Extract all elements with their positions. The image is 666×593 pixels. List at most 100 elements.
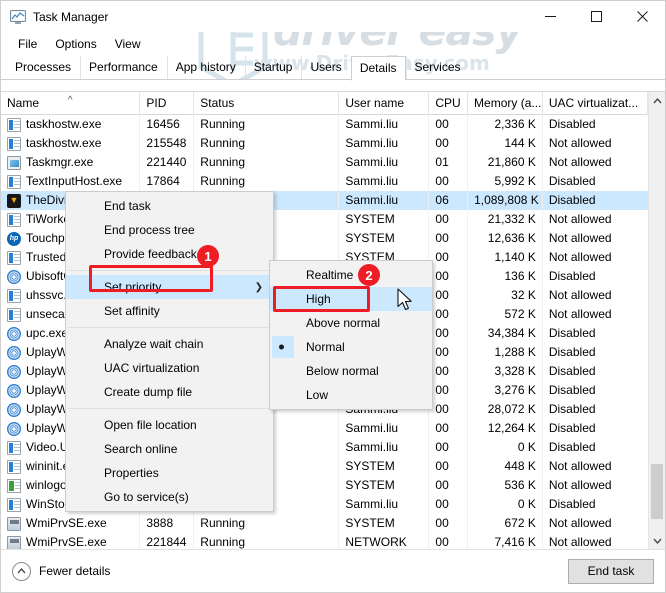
table-row[interactable]: taskhostw.exe 215548 Running Sammi.liu 00 144…	[1, 134, 648, 153]
scrollbar-track[interactable]	[649, 109, 665, 532]
priority-item-label: Low	[306, 388, 329, 402]
minimize-button[interactable]	[527, 1, 573, 32]
priority-item-normal[interactable]: Normal	[270, 335, 432, 359]
menu-item-uac-virtualization[interactable]: UAC virtualization	[66, 356, 273, 380]
menu-item-label: End task	[104, 199, 151, 213]
fewer-details-button[interactable]: Fewer details	[12, 561, 110, 581]
scroll-down-button[interactable]	[649, 532, 665, 549]
winlogon-icon	[7, 478, 21, 493]
cell-cpu: 01	[429, 153, 469, 172]
table-row[interactable]: TextInputHost.exe 17864 Running Sammi.liu 00…	[1, 172, 648, 191]
column-header-uac[interactable]: UAC virtualizat...	[543, 92, 648, 115]
menu-item-analyze-wait-chain[interactable]: Analyze wait chain	[66, 332, 273, 356]
menu-item-create-dump-file[interactable]: Create dump file	[66, 380, 273, 404]
window-title: Task Manager	[33, 9, 109, 24]
cell-memory: 7,416 K	[468, 533, 543, 549]
window-controls	[527, 1, 665, 32]
process-name-label: taskhostw.exe	[26, 117, 102, 131]
cell-uac: Disabled	[548, 269, 596, 283]
tab-users[interactable]: Users	[301, 55, 350, 80]
menu-item-search-online[interactable]: Search online	[66, 437, 273, 461]
menu-options[interactable]: Options	[46, 35, 105, 53]
cell-username: SYSTEM	[339, 514, 430, 533]
priority-item-below-normal[interactable]: Below normal	[270, 359, 432, 383]
menu-item-set-priority[interactable]: Set priority ❯	[66, 275, 273, 299]
cell-uac: Not allowed	[548, 516, 612, 530]
close-button[interactable]	[619, 1, 665, 32]
tab-performance[interactable]: Performance	[80, 55, 167, 80]
cell-username: SYSTEM	[339, 210, 430, 229]
column-header-pid[interactable]: PID	[140, 92, 195, 115]
cell-status: Running	[194, 153, 340, 172]
vertical-scrollbar[interactable]	[648, 92, 665, 549]
menu-item-set-affinity[interactable]: Set affinity	[66, 299, 273, 323]
column-header-memory[interactable]: Memory (a...	[468, 92, 543, 115]
cell-memory: 1,140 K	[468, 248, 543, 267]
tab-services[interactable]: Services	[405, 55, 470, 80]
menu-item-open-file-location[interactable]: Open file location	[66, 413, 273, 437]
uplay-icon	[7, 364, 21, 379]
priority-item-above-normal[interactable]: Above normal	[270, 311, 432, 335]
cell-cpu: 00	[429, 476, 469, 495]
menu-item-end-task[interactable]: End task	[66, 194, 273, 218]
menu-item-provide-feedback[interactable]: Provide feedback	[66, 242, 273, 266]
process-name-label: taskhostw.exe	[26, 136, 102, 150]
cell-username: NETWORK	[339, 533, 430, 549]
cell-uac: Disabled	[548, 364, 596, 378]
priority-item-realtime[interactable]: Realtime	[270, 263, 432, 287]
uplay-icon	[7, 421, 21, 436]
cell-cpu: 00	[429, 514, 469, 533]
scrollbar-thumb[interactable]	[651, 464, 663, 519]
task-manager-icon	[7, 155, 21, 170]
cell-memory: 5,992 K	[468, 172, 543, 191]
table-row[interactable]: WmiPrvSE.exe 221844 Running NETWORK 00 7,416 …	[1, 533, 648, 549]
tab-details[interactable]: Details	[350, 56, 406, 81]
cell-memory: 28,072 K	[468, 400, 543, 419]
process-name-label: Taskmgr.exe	[26, 155, 94, 169]
cell-username: Sammi.liu	[339, 153, 430, 172]
column-header-status[interactable]: Status	[194, 92, 340, 115]
cell-memory: 672 K	[468, 514, 543, 533]
set-priority-submenu[interactable]: Realtime High Above normal Normal Below norm…	[269, 260, 433, 410]
tab-startup[interactable]: Startup	[244, 55, 302, 80]
menu-item-end-process-tree[interactable]: End process tree	[66, 218, 273, 242]
tab-app-history[interactable]: App history	[166, 55, 245, 80]
column-header-username[interactable]: User name	[339, 92, 430, 115]
menu-file[interactable]: File	[9, 35, 46, 53]
menu-item-properties[interactable]: Properties	[66, 461, 273, 485]
table-row[interactable]: Taskmgr.exe 221440 Running Sammi.liu 01 21,86…	[1, 153, 648, 172]
scroll-up-button[interactable]	[649, 92, 665, 109]
menu-view[interactable]: View	[106, 35, 150, 53]
priority-item-high[interactable]: High	[270, 287, 432, 311]
cell-username: Sammi.liu	[339, 438, 430, 457]
end-task-button[interactable]: End task	[568, 558, 654, 584]
maximize-button[interactable]	[573, 1, 619, 32]
tab-gap	[1, 80, 665, 91]
menu-item-label: End process tree	[104, 223, 195, 237]
cell-cpu: 00	[429, 362, 469, 381]
column-header-name[interactable]: ^ Name	[1, 92, 141, 115]
generic-app-icon	[7, 497, 21, 512]
cell-memory: 0 K	[468, 495, 543, 514]
cell-uac: Not allowed	[548, 155, 612, 169]
tab-processes[interactable]: Processes	[7, 55, 80, 80]
cell-name: Taskmgr.exe	[1, 153, 141, 172]
column-header-cpu[interactable]: CPU	[429, 92, 469, 115]
menu-item-label: Provide feedback	[104, 247, 197, 261]
menu-item-go-to-service-s[interactable]: Go to service(s)	[66, 485, 273, 509]
process-context-menu[interactable]: End task End process tree Provide feedback…	[65, 191, 274, 512]
cell-username: SYSTEM	[339, 476, 430, 495]
table-row[interactable]: WmiPrvSE.exe 3888 Running SYSTEM 00 672 K Not …	[1, 514, 648, 533]
cell-username: Sammi.liu	[339, 115, 430, 134]
cell-pid: 221440	[140, 153, 195, 172]
cell-cpu: 00	[429, 533, 469, 549]
menu-item-label: Properties	[104, 466, 159, 480]
division-game-icon	[7, 193, 21, 208]
table-row[interactable]: taskhostw.exe 16456 Running Sammi.liu 00 2,33…	[1, 115, 648, 134]
cell-cpu: 00	[429, 324, 469, 343]
priority-item-low[interactable]: Low	[270, 383, 432, 407]
cell-name: taskhostw.exe	[1, 134, 141, 153]
generic-app-icon	[7, 136, 21, 151]
hp-icon: hp	[7, 231, 21, 246]
uplay-icon	[7, 383, 21, 398]
